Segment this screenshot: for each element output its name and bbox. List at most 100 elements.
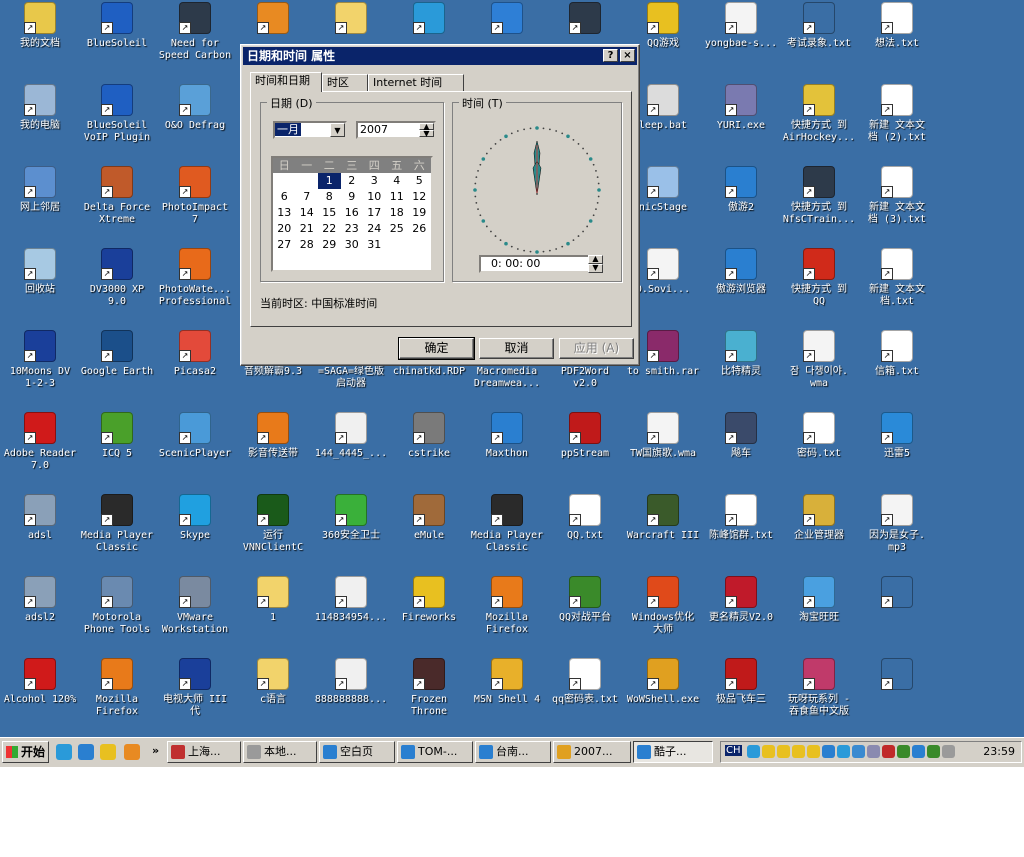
- desktop-icon[interactable]: ↗ Windows优化 大师: [624, 576, 702, 636]
- calendar-day[interactable]: 13: [273, 205, 296, 221]
- desktop-icon[interactable]: ↗ adsl: [1, 494, 79, 542]
- desktop-icon[interactable]: ↗: [546, 2, 624, 38]
- desktop-icon[interactable]: ↗ 网上邻居: [1, 166, 79, 214]
- time-field[interactable]: 0: 00: 00: [479, 255, 601, 273]
- desktop-icon[interactable]: ↗ QQ游戏: [624, 2, 702, 50]
- time-spin-down-icon[interactable]: ▼: [588, 264, 603, 273]
- desktop-icon[interactable]: ↗ 我的文档: [1, 2, 79, 50]
- desktop-icon[interactable]: ↗ 运行 VNNClientC: [234, 494, 312, 554]
- desktop-icon[interactable]: ↗ 傲游浏览器: [702, 248, 780, 296]
- desktop-icon[interactable]: ↗: [312, 2, 390, 38]
- desktop-icon[interactable]: ↗ Mozilla Firefox: [468, 576, 546, 636]
- calendar-day[interactable]: 29: [318, 237, 341, 253]
- desktop-icon[interactable]: ↗ BlueSoleil VoIP Plugin: [78, 84, 156, 144]
- calendar-day[interactable]: 23: [341, 221, 364, 237]
- desktop-icon[interactable]: ↗: [858, 658, 936, 694]
- qq-icon[interactable]: [124, 744, 140, 760]
- tray-icon[interactable]: [867, 745, 880, 758]
- tray-icon[interactable]: [882, 745, 895, 758]
- calendar-day[interactable]: 25: [386, 221, 409, 237]
- tab-date-time[interactable]: 时间和日期: [250, 72, 322, 92]
- calendar-day[interactable]: 1: [318, 173, 341, 189]
- desktop-icon[interactable]: ↗: [234, 2, 312, 38]
- language-indicator[interactable]: CH: [725, 745, 742, 756]
- taskbar-button[interactable]: 本地...: [243, 741, 317, 763]
- desktop-icon[interactable]: ↗ DV3000 XP 9.0: [78, 248, 156, 308]
- month-select[interactable]: 一月 ▼: [273, 121, 347, 139]
- browser-icon[interactable]: [78, 744, 94, 760]
- quicklaunch-chevron[interactable]: »: [152, 744, 159, 757]
- cancel-button[interactable]: 取消: [479, 338, 554, 359]
- taskbar-button[interactable]: 空白页: [319, 741, 395, 763]
- desktop-icon[interactable]: ↗: [390, 2, 468, 38]
- calendar-day[interactable]: 11: [386, 189, 409, 205]
- calendar-day[interactable]: 22: [318, 221, 341, 237]
- desktop-icon[interactable]: ↗ 电视大师 III 代: [156, 658, 234, 718]
- calendar-day[interactable]: 5: [408, 173, 431, 189]
- tray-icon[interactable]: [837, 745, 850, 758]
- tray-icon[interactable]: [942, 745, 955, 758]
- desktop-icon[interactable]: ↗ PhotoWate... Professional: [156, 248, 234, 308]
- desktop-icon[interactable]: ↗ 企业管理器: [780, 494, 858, 542]
- desktop-icon[interactable]: ↗ ppStream: [546, 412, 624, 460]
- desktop-icon[interactable]: ↗ qq密码表.txt: [546, 658, 624, 706]
- tray-icon[interactable]: [852, 745, 865, 758]
- calendar-day[interactable]: 10: [363, 189, 386, 205]
- tab-time-zone[interactable]: 时区: [322, 74, 368, 91]
- desktop-icon[interactable]: ↗ Frozen Throne: [390, 658, 468, 718]
- desktop-icon[interactable]: ↗ 影音传送带: [234, 412, 312, 460]
- desktop-icon[interactable]: ↗ 迅雷5: [858, 412, 936, 460]
- tray-icon[interactable]: [897, 745, 910, 758]
- calendar-day[interactable]: 26: [408, 221, 431, 237]
- calendar-day[interactable]: 31: [363, 237, 386, 253]
- calendar-day[interactable]: 30: [341, 237, 364, 253]
- media-player-icon[interactable]: [56, 744, 72, 760]
- calendar-day[interactable]: 18: [386, 205, 409, 221]
- month-calendar[interactable]: 日一二三四五六 1 2 3 4 5 6 7 8 9 10 11 12 13 14 15 16 17 18 19 20 2…: [271, 156, 433, 272]
- desktop-icon[interactable]: ↗: [858, 576, 936, 612]
- help-button[interactable]: ?: [603, 49, 618, 62]
- tray-icon[interactable]: [807, 745, 820, 758]
- calendar-day[interactable]: 24: [363, 221, 386, 237]
- calendar-day[interactable]: 14: [296, 205, 319, 221]
- tray-icon[interactable]: [762, 745, 775, 758]
- calendar-day[interactable]: 2: [341, 173, 364, 189]
- calendar-day[interactable]: 9: [341, 189, 364, 205]
- desktop-icon[interactable]: ↗ 傲游2: [702, 166, 780, 214]
- calendar-day[interactable]: 17: [363, 205, 386, 221]
- taskbar-button[interactable]: TOM-...: [397, 741, 473, 763]
- tray-icon[interactable]: [912, 745, 925, 758]
- desktop-icon[interactable]: ↗ 飚车: [702, 412, 780, 460]
- desktop-icon[interactable]: ↗ 比特精灵: [702, 330, 780, 378]
- calendar-day[interactable]: 16: [341, 205, 364, 221]
- desktop-icon[interactable]: ↗ 淘宝旺旺: [780, 576, 858, 624]
- desktop-icon[interactable]: ↗ cstrike: [390, 412, 468, 460]
- desktop-icon[interactable]: ↗ 新建 文本文 档 (3).txt: [858, 166, 936, 226]
- spin-down-icon[interactable]: ▼: [419, 130, 434, 138]
- desktop-icon[interactable]: ↗ 快捷方式 到 AirHockey...: [780, 84, 858, 144]
- desktop-icon[interactable]: ↗ Need for Speed Carbon: [156, 2, 234, 62]
- desktop-icon[interactable]: ↗ 回收站: [1, 248, 79, 296]
- messenger-icon[interactable]: [100, 744, 116, 760]
- desktop-icon[interactable]: ↗ BlueSoleil: [78, 2, 156, 50]
- calendar-day[interactable]: 7: [296, 189, 319, 205]
- desktop-icon[interactable]: ↗ Maxthon: [468, 412, 546, 460]
- desktop-icon[interactable]: ↗ eMule: [390, 494, 468, 542]
- tray-icon[interactable]: [927, 745, 940, 758]
- dialog-titlebar[interactable]: 日期和时间 属性 ? ×: [243, 47, 637, 65]
- desktop-icon[interactable]: ↗ Delta Force Xtreme: [78, 166, 156, 226]
- desktop-icon[interactable]: ↗ 玩呀玩系列 - 吞食鱼中文版: [780, 658, 858, 718]
- desktop-icon[interactable]: ↗ Google Earth: [78, 330, 156, 378]
- desktop-icon[interactable]: ↗ Warcraft III: [624, 494, 702, 542]
- clock[interactable]: 23:59: [983, 745, 1015, 758]
- calendar-day[interactable]: 12: [408, 189, 431, 205]
- desktop-icon[interactable]: ↗ 想法.txt: [858, 2, 936, 50]
- tray-icon[interactable]: [792, 745, 805, 758]
- desktop-icon[interactable]: ↗ 快捷方式 到 NfsCTrain...: [780, 166, 858, 226]
- desktop-icon[interactable]: ↗ Adobe Reader 7.0: [1, 412, 79, 472]
- desktop-icon[interactable]: ↗ PhotoImpact 7: [156, 166, 234, 226]
- desktop-icon[interactable]: ↗ 极品飞车三: [702, 658, 780, 706]
- desktop-icon[interactable]: ↗ c语言: [234, 658, 312, 706]
- desktop-icon[interactable]: ↗ 114834954...: [312, 576, 390, 624]
- desktop-icon[interactable]: ↗ O&O Defrag: [156, 84, 234, 132]
